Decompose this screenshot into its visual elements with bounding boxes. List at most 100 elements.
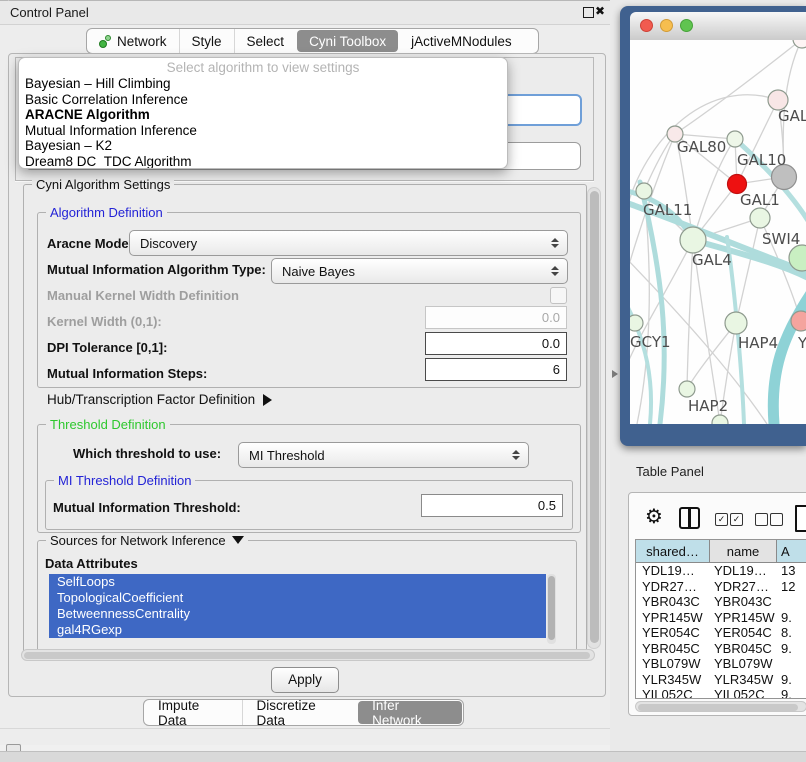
select-all-checked-icon[interactable]: ✓ — [715, 513, 728, 526]
tab-infer-network[interactable]: Infer Network — [358, 701, 462, 724]
table-row[interactable]: YBR043CYBR043C — [636, 594, 806, 610]
network-window-titlebar[interactable] — [630, 12, 806, 41]
manual-kernel-checkbox[interactable] — [550, 287, 567, 304]
tab-style[interactable]: Style — [179, 29, 234, 53]
float-window-icon[interactable] — [583, 7, 594, 18]
spinner-icon — [547, 238, 563, 248]
network-node-gal10[interactable] — [727, 131, 743, 147]
close-icon[interactable]: ✖ — [595, 4, 605, 18]
tab-select[interactable]: Select — [234, 29, 297, 53]
network-node[interactable] — [793, 40, 806, 48]
dpi-tolerance-input[interactable]: 0.0 — [425, 332, 567, 355]
node-table: shared…nameA YDL19…YDL19…13YDR27…YDR27…1… — [635, 539, 806, 699]
attribute-item-betweennesscentrality[interactable]: BetweennessCentrality — [49, 606, 546, 622]
table-cell: YIL052C — [710, 687, 777, 699]
settings-horizontal-scrollbar[interactable] — [21, 649, 595, 661]
document-icon[interactable] — [795, 505, 806, 532]
top-tab-bar: NetworkStyleSelectCyni ToolboxjActiveMNo… — [86, 28, 539, 54]
dropdown-item-basic-correlation-inference[interactable]: Basic Correlation Inference — [19, 92, 507, 108]
list-scrollbar[interactable] — [547, 574, 556, 644]
column-header-name[interactable]: name — [710, 540, 777, 562]
node-label: GAL10 — [737, 151, 786, 169]
network-node-gal4[interactable] — [680, 227, 706, 253]
tab-discretize-data[interactable]: Discretize Data — [242, 700, 358, 725]
table-panel-window: ⚙ ✓ ✓ shared…nameA YDL19…YDL19…13YDR27…Y… — [628, 492, 806, 716]
table-cell: YLR345W — [710, 672, 777, 688]
network-node-gal1[interactable] — [750, 208, 770, 228]
network-view-window[interactable]: GALGAL80GAL10GAL1GAL11GAL4SWI4GCY1HAP4YH… — [620, 6, 806, 446]
scrollbar-thumb[interactable] — [24, 652, 590, 659]
dropdown-item-bayesian-k2[interactable]: Bayesian – K2 — [19, 138, 507, 154]
table-cell: YBL079W — [636, 656, 710, 672]
table-row[interactable]: YDR27…YDR27…12 — [636, 579, 806, 595]
scrollbar-thumb[interactable] — [590, 191, 599, 643]
attribute-item-gal4rgexp[interactable]: gal4RGexp — [49, 622, 546, 638]
dropdown-item-dream8-dc-tdc-algorithm[interactable]: Dream8 DC_TDC Algorithm — [19, 154, 507, 170]
table-cell: YER054C — [710, 625, 777, 641]
sources-toggle[interactable]: Sources for Network Inference — [46, 533, 248, 548]
column-header-shared-[interactable]: shared… — [636, 540, 710, 562]
scrollbar-thumb[interactable] — [638, 704, 798, 711]
dropdown-item-aracne-algorithm[interactable]: ARACNE Algorithm — [19, 107, 507, 123]
tab-network[interactable]: Network — [87, 29, 179, 53]
table-row[interactable]: YIL052CYIL052C9. — [636, 687, 806, 699]
mi-type-combo[interactable]: Naive Bayes — [271, 258, 568, 284]
network-node[interactable] — [712, 415, 728, 424]
network-node-gal11[interactable] — [636, 183, 652, 199]
attribute-item-topologicalcoefficient[interactable]: TopologicalCoefficient — [49, 590, 546, 606]
network-node-gcy1[interactable] — [630, 315, 643, 331]
tab-cyni-toolbox[interactable]: Cyni Toolbox — [297, 30, 398, 52]
apply-button[interactable]: Apply — [271, 667, 339, 693]
tab-jactivemnodules[interactable]: jActiveMNodules — [399, 29, 524, 53]
mi-steps-input[interactable]: 6 — [425, 358, 567, 381]
settings-vertical-scrollbar[interactable] — [587, 187, 601, 649]
deselect-unchecked-icon[interactable] — [770, 513, 783, 526]
kernel-width-input[interactable]: 0.0 — [425, 306, 567, 329]
gear-icon[interactable]: ⚙ — [645, 507, 663, 527]
table-cell: YDL19… — [636, 563, 710, 579]
table-cell: YPR145W — [636, 610, 710, 626]
tab-impute-data[interactable]: Impute Data — [144, 700, 242, 725]
aracne-mode-combo[interactable]: Discovery — [129, 230, 568, 256]
node-label: GAL — [778, 107, 806, 125]
network-node-y[interactable] — [791, 311, 806, 331]
table-cell: 9. — [777, 687, 806, 699]
network-canvas[interactable]: GALGAL80GAL10GAL1GAL11GAL4SWI4GCY1HAP4YH… — [630, 40, 806, 424]
table-cell: YBR045C — [710, 641, 777, 657]
table-cell: YLR345W — [636, 672, 710, 688]
network-node-hap4[interactable] — [725, 312, 747, 334]
split-pane-handle-icon[interactable] — [612, 370, 618, 378]
mi-threshold-input[interactable]: 0.5 — [421, 494, 563, 517]
manual-kernel-label: Manual Kernel Width Definition — [47, 288, 239, 303]
zoom-traffic-light-icon[interactable] — [680, 19, 693, 32]
table-row[interactable]: YDL19…YDL19…13 — [636, 563, 806, 579]
dropdown-item-mutual-information-inference[interactable]: Mutual Information Inference — [19, 123, 507, 139]
column-header-a[interactable]: A — [777, 540, 806, 562]
select-all-checked-icon[interactable]: ✓ — [730, 513, 743, 526]
node-label: GCY1 — [630, 333, 671, 351]
node-label: HAP2 — [688, 397, 728, 415]
table-row[interactable]: YLR345WYLR345W9. — [636, 672, 806, 688]
scrollbar-thumb[interactable] — [548, 576, 555, 640]
close-traffic-light-icon[interactable] — [640, 19, 653, 32]
attribute-item-selfloops[interactable]: SelfLoops — [49, 574, 546, 590]
table-cell: YBL079W — [710, 656, 777, 672]
minimize-traffic-light-icon[interactable] — [660, 19, 673, 32]
table-row[interactable]: YER054CYER054C8. — [636, 625, 806, 641]
table-row[interactable]: YBL079WYBL079W — [636, 656, 806, 672]
data-attributes-list: SelfLoopsTopologicalCoefficientBetweenne… — [49, 574, 546, 638]
network-node-hap2[interactable] — [679, 381, 695, 397]
table-row[interactable]: YBR045CYBR045C9. — [636, 641, 806, 657]
split-columns-icon[interactable] — [679, 507, 700, 529]
which-threshold-combo[interactable]: MI Threshold — [238, 442, 529, 468]
hub-definition-expander[interactable]: Hub/Transcription Factor Definition — [47, 392, 272, 407]
dropdown-item-bayesian-hill-climbing[interactable]: Bayesian – Hill Climbing — [19, 76, 507, 92]
deselect-unchecked-icon[interactable] — [755, 513, 768, 526]
network-icon — [99, 35, 112, 48]
table-row[interactable]: YPR145WYPR145W9. — [636, 610, 806, 626]
table-cell: YBR045C — [636, 641, 710, 657]
dropdown-list: Bayesian – Hill ClimbingBasic Correlatio… — [19, 76, 507, 169]
table-horizontal-scrollbar[interactable] — [635, 701, 806, 712]
table-cell: YER054C — [636, 625, 710, 641]
bottom-tab-bar: Impute DataDiscretize DataInfer Network — [143, 699, 464, 726]
